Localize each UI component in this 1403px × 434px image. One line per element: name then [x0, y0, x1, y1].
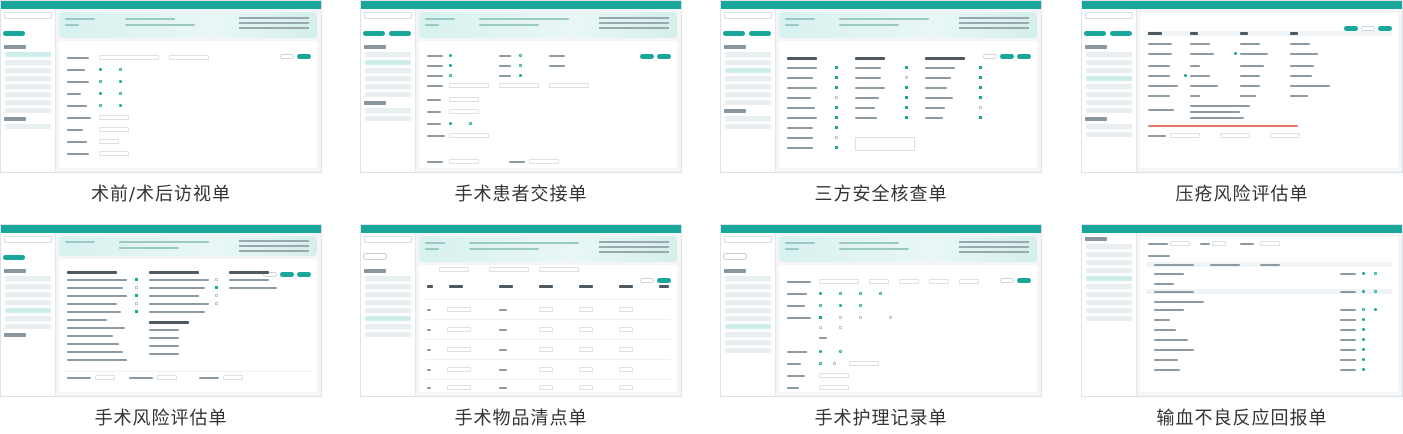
sidebar	[1082, 9, 1137, 172]
sidebar	[721, 9, 776, 172]
form-panel	[1140, 237, 1398, 392]
screenshot-tile-safety-check[interactable]: 三方安全核查单	[720, 0, 1042, 210]
sidebar	[361, 9, 416, 172]
app-header	[361, 1, 681, 9]
app-header	[1082, 1, 1402, 9]
tile-caption: 压疮风险评估单	[1175, 184, 1309, 205]
app-header	[361, 225, 681, 233]
patient-banner	[59, 236, 317, 256]
sidebar	[1, 233, 56, 396]
form-panel	[779, 265, 1037, 392]
tile-caption: 三方安全核查单	[814, 184, 948, 205]
form-panel	[1140, 13, 1398, 168]
patient-banner	[779, 236, 1037, 262]
sidebar	[1, 9, 56, 172]
thumbnail-preop-visit[interactable]	[0, 0, 322, 173]
patient-banner	[419, 236, 677, 262]
patient-banner	[779, 12, 1037, 38]
thumbnail-pressure-ulcer[interactable]	[1081, 0, 1403, 173]
app-header	[721, 1, 1041, 9]
thumbnail-safety-check[interactable]	[720, 0, 1042, 173]
thumbnail-nursing-record[interactable]	[720, 224, 1042, 397]
form-panel	[779, 41, 1037, 168]
tile-caption: 手术风险评估单	[94, 408, 228, 429]
screenshot-tile-pressure-ulcer[interactable]: 压疮风险评估单	[1081, 0, 1403, 210]
thumbnail-patient-handover[interactable]	[360, 0, 682, 173]
screenshot-tile-transfusion-report[interactable]: 输血不良反应回报单	[1081, 224, 1403, 434]
tile-caption: 手术患者交接单	[454, 184, 588, 205]
sidebar	[1082, 233, 1137, 396]
screenshot-tile-item-count[interactable]: 手术物品清点单	[360, 224, 682, 434]
app-header	[1082, 225, 1402, 233]
screenshot-tile-surgical-risk[interactable]: 手术风险评估单	[0, 224, 322, 434]
tile-caption: 手术护理记录单	[814, 408, 948, 429]
screenshot-tile-patient-handover[interactable]: 手术患者交接单	[360, 0, 682, 210]
app-header	[1, 1, 321, 9]
patient-banner	[419, 12, 677, 38]
thumbnail-item-count[interactable]	[360, 224, 682, 397]
form-panel	[59, 259, 317, 392]
patient-banner	[59, 12, 317, 38]
form-panel	[419, 265, 677, 392]
screenshot-tile-preop-visit[interactable]: 术前/术后访视单	[0, 0, 322, 210]
app-header	[1, 225, 321, 233]
tile-caption: 术前/术后访视单	[90, 184, 232, 205]
thumbnail-surgical-risk[interactable]	[0, 224, 322, 397]
screenshot-tile-nursing-record[interactable]: 手术护理记录单	[720, 224, 1042, 434]
app-header	[721, 225, 1041, 233]
form-panel	[419, 41, 677, 168]
sidebar	[721, 233, 776, 396]
sidebar	[361, 233, 416, 396]
tile-caption: 输血不良反应回报单	[1156, 408, 1328, 429]
tile-caption: 手术物品清点单	[454, 408, 588, 429]
thumbnail-transfusion-report[interactable]	[1081, 224, 1403, 397]
form-panel	[59, 41, 317, 168]
